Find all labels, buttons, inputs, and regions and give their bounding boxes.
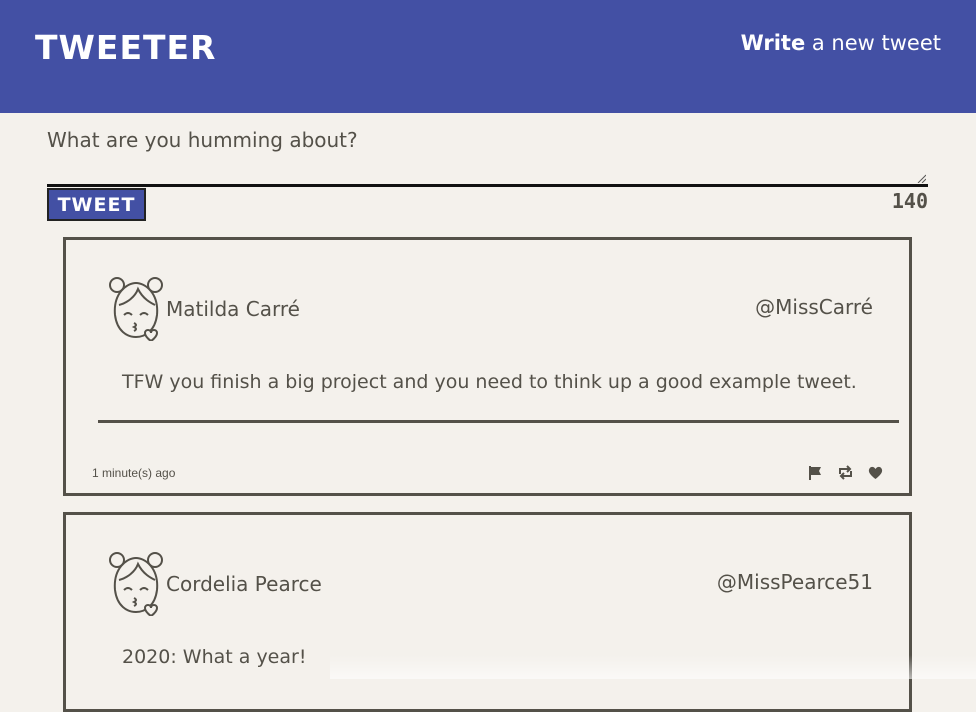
author-name: Cordelia Pearce bbox=[166, 572, 322, 596]
tweet-textarea[interactable] bbox=[47, 124, 928, 187]
navbar: TWEETER Write a new tweet bbox=[0, 0, 976, 113]
tweet-actions bbox=[807, 464, 884, 481]
write-label: Write bbox=[740, 31, 806, 55]
tweet-text: 2020: What a year! bbox=[122, 646, 307, 668]
tweet-timestamp: 1 minute(s) ago bbox=[92, 466, 176, 480]
avatar-icon bbox=[109, 552, 163, 616]
flag-icon[interactable] bbox=[807, 464, 824, 481]
heart-icon[interactable] bbox=[867, 464, 884, 481]
write-new-tweet-link[interactable]: Write a new tweet bbox=[741, 31, 941, 55]
retweet-icon[interactable] bbox=[837, 464, 854, 481]
author-handle: @MissCarré bbox=[755, 295, 873, 319]
tweet-card: Matilda Carré @MissCarré TFW you finish … bbox=[63, 237, 912, 496]
brand-logo[interactable]: TWEETER bbox=[35, 28, 216, 67]
author-name: Matilda Carré bbox=[166, 297, 300, 321]
tweet-text: TFW you finish a big project and you nee… bbox=[122, 371, 857, 393]
tweet-divider bbox=[98, 420, 899, 423]
scroll-shadow bbox=[330, 655, 976, 679]
author-handle: @MissPearce51 bbox=[716, 570, 873, 594]
avatar-icon bbox=[109, 277, 163, 341]
character-counter: 140 bbox=[891, 189, 928, 213]
tweet-card: Cordelia Pearce @MissPearce51 2020: What… bbox=[63, 512, 912, 712]
tweet-button[interactable]: TWEET bbox=[47, 188, 146, 221]
write-rest-label: a new tweet bbox=[805, 31, 941, 55]
resize-grip-icon[interactable] bbox=[917, 174, 926, 183]
